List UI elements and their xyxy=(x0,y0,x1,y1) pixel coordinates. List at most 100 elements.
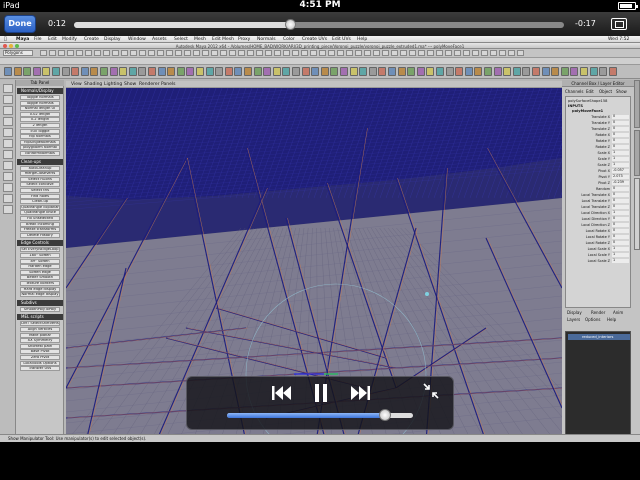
cb-edit-menu[interactable]: Edit xyxy=(586,89,594,94)
status-line-icon[interactable] xyxy=(193,50,200,56)
panel-section-header[interactable]: Edge Controls xyxy=(17,240,63,247)
status-line-icon[interactable] xyxy=(427,50,434,56)
toolbox-tool-icon[interactable] xyxy=(3,172,13,181)
toolbox-tool-icon[interactable] xyxy=(3,205,13,214)
status-line-icon[interactable] xyxy=(355,50,362,56)
toolbox-tool-icon[interactable] xyxy=(3,95,13,104)
status-line-icon[interactable] xyxy=(94,50,101,56)
shelf-tool-icon[interactable] xyxy=(551,67,560,76)
status-line-icon[interactable] xyxy=(463,50,470,56)
shelf-tool-icon[interactable] xyxy=(119,67,128,76)
shelf-tool-icon[interactable] xyxy=(4,67,12,76)
status-line-icon[interactable] xyxy=(76,50,83,56)
panel-script-button[interactable]: Shortest path xyxy=(20,343,60,349)
toolbox-tool-icon[interactable] xyxy=(3,84,13,93)
shelf-tool-icon[interactable] xyxy=(378,67,387,76)
status-line-icon[interactable] xyxy=(121,50,128,56)
panel-section-header[interactable]: Clean-ups xyxy=(17,158,63,165)
shelf-tool-icon[interactable] xyxy=(397,67,406,76)
panel-script-button[interactable]: Freeze transforms xyxy=(20,227,60,233)
menu-assets[interactable]: Assets xyxy=(152,37,167,42)
attribute-value[interactable]: 0 xyxy=(612,144,629,149)
shelf-tool-icon[interactable] xyxy=(455,67,464,76)
panel-script-button[interactable]: Break incoming xyxy=(20,221,60,227)
shelf-tool-icon[interactable] xyxy=(205,67,214,76)
status-line-icon[interactable] xyxy=(157,50,164,56)
shelf-tool-icon[interactable] xyxy=(464,67,473,76)
video-scrubber[interactable] xyxy=(74,19,564,30)
attribute-value[interactable]: 1 xyxy=(612,246,629,251)
status-line-icon[interactable] xyxy=(409,50,416,56)
attribute-value[interactable]: 1 xyxy=(612,252,629,257)
attribute-value[interactable]: 0 xyxy=(612,240,629,245)
volume-slider[interactable] xyxy=(227,409,413,421)
menu-proxy[interactable]: Proxy xyxy=(238,37,250,42)
status-line-icon[interactable] xyxy=(274,50,281,56)
shelf-tool-icon[interactable] xyxy=(474,67,483,76)
attribute-value[interactable]: 2.073 xyxy=(612,174,629,179)
panel-script-button[interactable]: autoCleanup xyxy=(20,165,60,171)
shelf-tool-icon[interactable] xyxy=(560,67,569,76)
panel-script-button[interactable]: Fix unselected xyxy=(20,216,60,221)
menu-edit-uvs[interactable]: Edit UVs xyxy=(332,37,351,42)
shelf-tool-icon[interactable] xyxy=(263,67,272,76)
status-line-icon[interactable] xyxy=(472,50,479,56)
attribute-value[interactable]: 1 xyxy=(612,210,629,215)
shelf-tool-icon[interactable] xyxy=(196,67,204,76)
shelf-tool-icon[interactable] xyxy=(589,67,598,76)
input-node[interactable]: polyMoveFace1 xyxy=(572,109,603,113)
renderer-menu[interactable]: Renderer xyxy=(139,82,160,87)
shelf-tool-icon[interactable] xyxy=(224,67,233,76)
shelf-tool-icon[interactable] xyxy=(320,67,329,76)
status-line-icon[interactable] xyxy=(436,50,443,56)
channels-menu[interactable]: Channels xyxy=(565,89,584,94)
panel-script-button[interactable]: Select nGons xyxy=(20,176,60,182)
pause-icon[interactable] xyxy=(308,381,334,405)
status-line-icon[interactable] xyxy=(265,50,272,56)
attribute-value[interactable]: 0 xyxy=(612,204,629,209)
shelf-tool-icon[interactable] xyxy=(426,67,435,76)
panel-script-button[interactable]: Harden edge xyxy=(20,264,60,270)
shelf-tool-icon[interactable] xyxy=(292,67,300,76)
shelf-tool-icon[interactable] xyxy=(512,67,521,76)
shelf-tool-icon[interactable] xyxy=(272,67,281,76)
scrubber-knob[interactable] xyxy=(284,19,296,30)
panel-script-button[interactable]: conformNormals xyxy=(20,151,60,156)
shelf-tool-icon[interactable] xyxy=(23,67,32,76)
panel-script-button[interactable]: Zero Pivot xyxy=(20,355,60,360)
shelf-tool-icon[interactable] xyxy=(138,67,147,76)
shelf-tool-icon[interactable] xyxy=(128,67,137,76)
panel-script-button[interactable]: cull Toggle xyxy=(20,128,60,134)
shelf-tool-icon[interactable] xyxy=(532,67,540,76)
status-line-icon[interactable] xyxy=(256,50,263,56)
status-line-icon[interactable] xyxy=(454,50,461,56)
layer-tab-anim[interactable]: Anim xyxy=(613,310,623,315)
attribute-value[interactable]: 0 xyxy=(612,138,629,143)
side-tab-tool-settings[interactable] xyxy=(634,130,640,176)
menu-select[interactable]: Select xyxy=(174,37,188,42)
toolbox-tool-icon[interactable] xyxy=(3,161,13,170)
attribute-value[interactable]: -0.239 xyxy=(612,180,629,185)
menu-color[interactable]: Color xyxy=(283,37,295,42)
fast-forward-icon[interactable] xyxy=(347,381,373,405)
panel-script-button[interactable]: Texture borders xyxy=(20,281,60,286)
panel-section-header[interactable]: Normals/Display xyxy=(17,88,63,94)
status-line-icon[interactable] xyxy=(148,50,155,56)
panel-script-button[interactable]: 0.02 length xyxy=(20,111,60,117)
panel-script-button[interactable]: Select concave xyxy=(20,182,60,188)
toolbox-tool-icon[interactable] xyxy=(3,106,13,115)
panels-menu[interactable]: Panels xyxy=(161,82,175,87)
status-line-icon[interactable] xyxy=(499,50,506,56)
status-line-icon[interactable] xyxy=(166,50,173,56)
shelf-tool-icon[interactable] xyxy=(52,67,60,76)
layer-tab-display[interactable]: Display xyxy=(567,310,582,315)
menu-file[interactable]: File xyxy=(34,37,42,42)
status-line-icon[interactable] xyxy=(328,50,335,56)
rewind-icon[interactable] xyxy=(269,381,295,405)
attribute-value[interactable]: 1 xyxy=(612,156,629,161)
shelf-tool-icon[interactable] xyxy=(301,67,310,76)
status-line-icon[interactable] xyxy=(346,50,353,56)
shelf-tool-icon[interactable] xyxy=(90,67,99,76)
panel-script-button[interactable]: Toggle normals xyxy=(20,95,60,100)
shelf-tool-icon[interactable] xyxy=(186,67,195,76)
